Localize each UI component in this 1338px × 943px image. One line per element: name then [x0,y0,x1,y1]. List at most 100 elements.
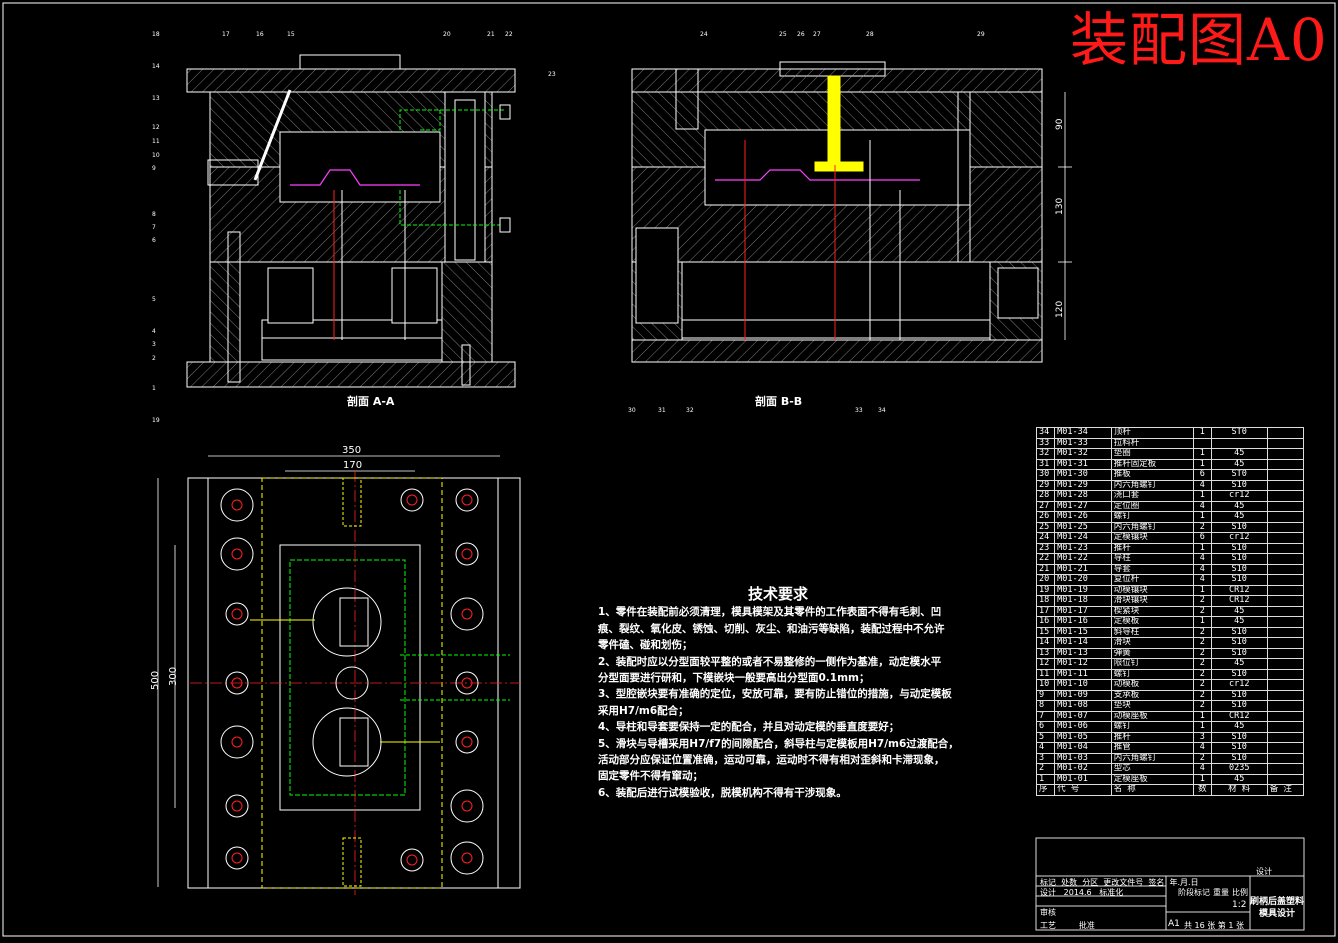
bom-cell-name: 导套 [1110,563,1194,575]
spacer-left-a [209,261,241,363]
tb-cell: 更改文件号 [1103,878,1144,887]
tech-line: 痕、裂纹、氧化皮、锈蚀、切削、灰尘、和油污等缺陷，装配过程中不允许 [598,622,945,635]
bolt-hole [220,488,254,522]
bom-cell-no: 23 [1035,542,1056,554]
bom-cell-no: 28 [1035,490,1056,502]
bom-cell-name: 动模镶块 [1110,584,1194,596]
ejector-plate-a [261,337,443,361]
section-a-view [186,54,516,388]
bom-cell-code: M01-07 [1054,710,1112,722]
plan-guide-top [342,477,362,527]
bom-cell-no: 7 [1035,710,1056,722]
leader-label-a: 13 [152,95,160,102]
bom-cell-code: M01-03 [1054,752,1112,764]
bom-cell-code: M01-19 [1054,584,1112,596]
bom-row: 29 M01-29 内六角螺钉 4 S10 [1035,479,1305,491]
tb-paper: A1 [1168,919,1180,929]
bom-cell-note [1266,616,1305,628]
bom-cell-code: M01-16 [1054,616,1112,628]
bom-row: 27 M01-27 定位圈 4 45 [1035,500,1305,512]
tb-sheet: 共 16 张 第 1 张 [1184,921,1244,930]
top-clamp-plate-a [186,68,516,93]
plan-cavity-block [279,544,421,811]
bom-cell-note [1266,563,1305,575]
tech-line: 2、装配时应以分型面较平整的或者不易整修的一侧作为基准，动定模水平 [598,655,942,668]
leader-label-a: 17 [222,31,230,38]
bom-cell-code: M01-02 [1054,763,1112,775]
bom-cell-mat: 0235 [1210,763,1268,775]
bom-cell-no: 22 [1035,553,1056,565]
bolt-hole [220,725,254,759]
bom-cell-note [1266,448,1305,460]
tb-cell: 签名 [1148,878,1165,887]
dim-300: 300 [168,667,179,686]
bom-cell-no: 18 [1035,595,1056,607]
bom-cell-note [1266,637,1305,649]
bom-cell-mat: S10 [1210,752,1268,764]
bom-cell-no: 32 [1035,448,1056,460]
bom-cell-qty: 1 [1192,490,1212,502]
plan-cooling-loop [289,559,406,796]
bom-row: 19 M01-19 动模镶块 1 CR12 [1035,584,1305,596]
bolt-hole-center [461,800,473,812]
bom-cell-code: M01-01 [1054,773,1112,785]
leader-label-a: 16 [256,31,264,38]
bom-cell-qty: 4 [1192,742,1212,754]
bom-cell-name: 推板 [1110,469,1194,481]
locating-ring-a [299,54,401,70]
bom-cell-note [1266,773,1305,785]
leader-label-a: 8 [152,211,156,218]
bom-cell-name: 浇口套 [1110,490,1194,502]
section-label-a: 剖面 A-A [347,395,395,408]
bom-cell-mat: cr12 [1210,679,1268,691]
tb-stage: 阶段标记 [1178,888,1210,897]
bom-cell-code: M01-22 [1054,553,1112,565]
bom-cell-code: 代 号 [1054,784,1112,796]
bom-cell-name: 内六角螺钉 [1110,521,1194,533]
bom-row: 23 M01-23 推杆 1 S10 [1035,542,1305,554]
bom-cell-mat: cr12 [1210,490,1268,502]
bom-cell-mat: 45 [1210,500,1268,512]
bom-cell-note [1266,511,1305,523]
guide-pillar-b [635,227,679,324]
tech-line: 采用H7/m6配合； [598,704,689,717]
bolt-hole-center [406,854,418,866]
bom-cell-mat: S10 [1210,563,1268,575]
bom-cell-code: M01-31 [1054,458,1112,470]
tb-cell: 标准化 [1099,888,1124,897]
bom-cell-code: M01-15 [1054,626,1112,638]
bolt-hole-center [231,852,243,864]
bom-cell-note [1266,532,1305,544]
leader-label-b: 25 [779,31,787,38]
bom-cell-note [1266,731,1305,743]
bom-cell-no: 29 [1035,479,1056,491]
bom-cell-qty: 4 [1192,574,1212,586]
bom-cell-code: M01-17 [1054,605,1112,617]
bolt-hole [455,542,479,566]
tb-title-text: 刷柄后盖塑料模具设计 [1250,897,1305,919]
leader-label-a: 22 [505,31,513,38]
bom-cell-qty: 4 [1192,563,1212,575]
bom-cell-mat: 45 [1210,616,1268,628]
bom-cell-no: 13 [1035,647,1056,659]
bom-row: 15 M01-15 斜导柱 2 S10 [1035,626,1305,638]
bom-cell-no: 19 [1035,584,1056,596]
bom-cell-no: 21 [1035,563,1056,575]
bom-cell-note [1266,595,1305,607]
bom-cell-no: 20 [1035,574,1056,586]
leader-label-a: 9 [152,165,156,172]
tb-cell: 2014.6 [1063,888,1092,897]
bom-row: 20 M01-20 复位杆 4 S10 [1035,574,1305,586]
bom-cell-mat: S10 [1210,574,1268,586]
bom-cell-mat: 45 [1210,458,1268,470]
bom-cell-code: M01-06 [1054,721,1112,733]
bom-cell-qty: 1 [1192,511,1212,523]
bolt-hole-center [231,736,243,748]
bom-cell-no: 6 [1035,721,1056,733]
tech-line: 固定零件不得有窜动； [598,770,703,783]
bom-cell-code: M01-21 [1054,563,1112,575]
bom-cell-qty [1192,437,1212,449]
tech-line: 活动部分应保证位置准确，运动可靠，运动时不得有相对歪斜和卡滞现象， [598,754,945,767]
bom-cell-no: 12 [1035,658,1056,670]
bom-cell-mat: 材 料 [1210,784,1268,796]
